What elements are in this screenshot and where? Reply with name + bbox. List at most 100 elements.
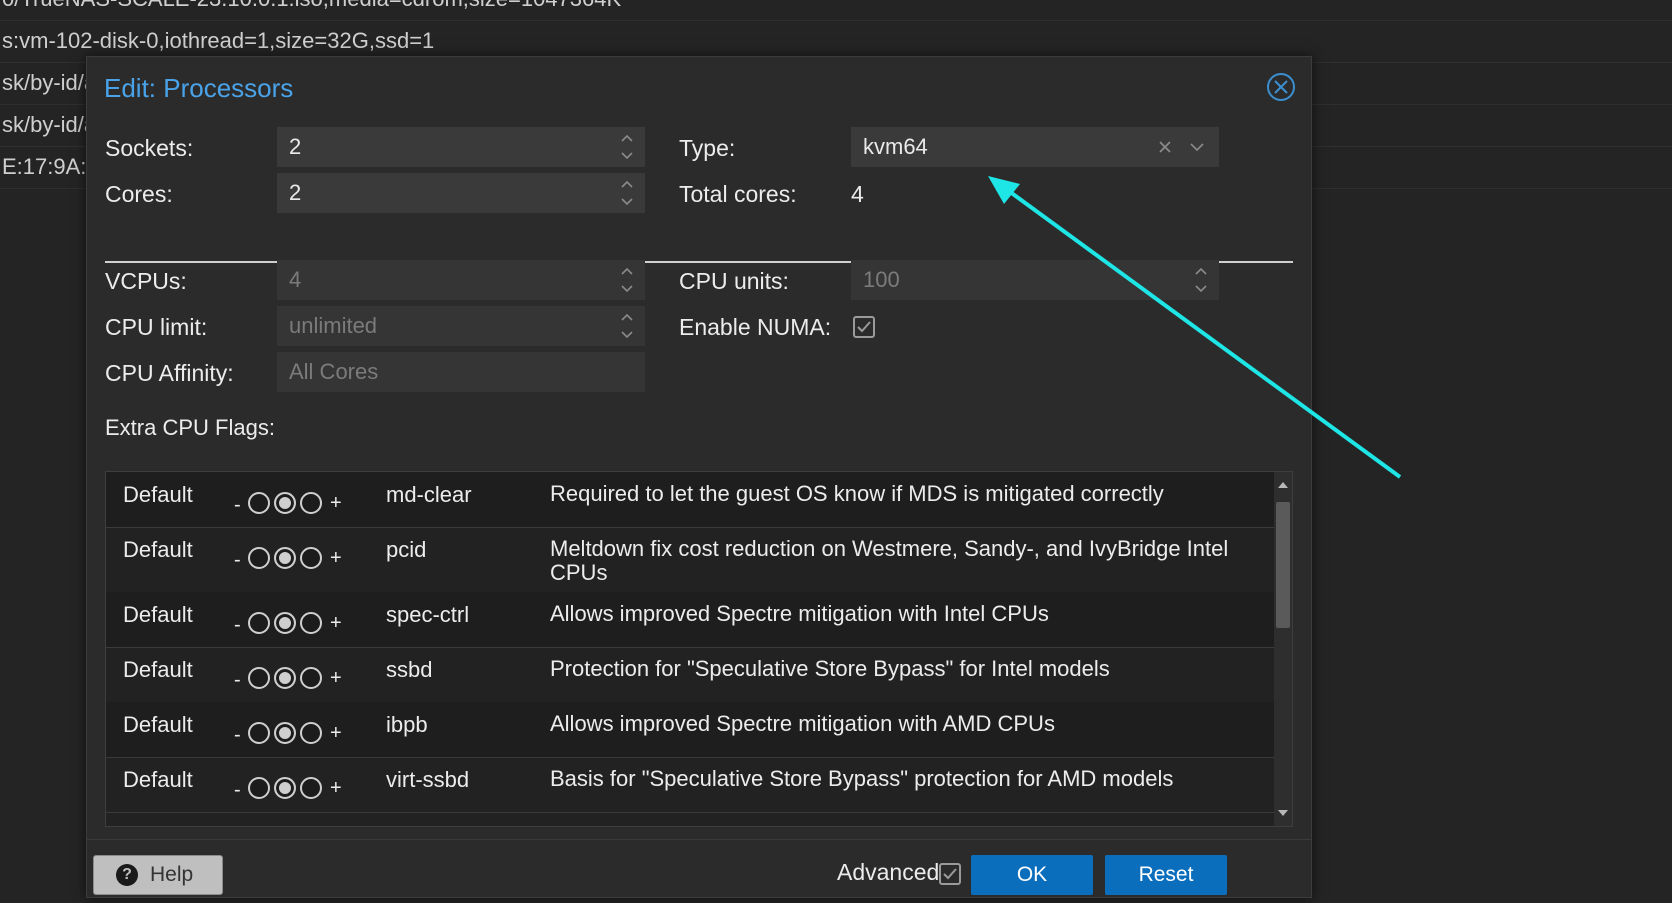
default-knob[interactable] [274, 722, 296, 744]
flag-name: ssbd [386, 657, 433, 682]
plus-label: + [330, 612, 342, 634]
cores-label: Cores: [105, 181, 173, 207]
flag-state: Default [123, 537, 193, 562]
background-row-text: sk/by-id/a [2, 70, 97, 95]
cores-value: 2 [289, 180, 302, 205]
flag-name: virt-ssbd [386, 767, 470, 792]
minus-label: - [234, 724, 241, 746]
plus-label: + [330, 777, 342, 799]
minus-label: - [234, 669, 241, 691]
dialog-title: Edit: Processors [104, 73, 294, 103]
spinner-icon[interactable] [619, 177, 635, 209]
off-knob[interactable] [248, 547, 270, 569]
vcpus-label: VCPUs: [105, 268, 187, 294]
flag-description: Meltdown fix cost reduction on Westmere,… [550, 536, 1229, 585]
sockets-value: 2 [289, 134, 302, 159]
footer-separator [87, 839, 1311, 840]
edit-processors-dialog: Edit: Processors Sockets: 2 Type: kvm64 … [86, 56, 1312, 898]
enable-numa-label: Enable NUMA: [679, 314, 832, 340]
advanced-checkbox[interactable] [939, 863, 961, 885]
ok-button[interactable]: OK [971, 855, 1093, 895]
on-knob[interactable] [300, 777, 322, 799]
cpu-affinity-input[interactable]: All Cores [277, 352, 645, 392]
background-row: 0/TrueNAS-SCALE-23.10.0.1.iso,media=cdro… [0, 0, 1672, 21]
cpu-limit-value: unlimited [289, 313, 378, 338]
default-knob[interactable] [274, 667, 296, 689]
enable-numa-checkbox[interactable] [853, 316, 875, 338]
table-row: Default - + spec-ctrl Allows improved Sp… [106, 592, 1276, 648]
spinner-icon[interactable] [619, 310, 635, 342]
default-knob[interactable] [274, 612, 296, 634]
flag-name: spec-ctrl [386, 602, 470, 627]
type-value: kvm64 [863, 134, 928, 159]
on-knob[interactable] [300, 612, 322, 634]
sockets-label: Sockets: [105, 135, 194, 161]
total-cores-label: Total cores: [679, 181, 797, 207]
tristate-switch[interactable]: - + [234, 659, 354, 693]
off-knob[interactable] [248, 667, 270, 689]
spinner-icon[interactable] [1193, 264, 1209, 296]
flag-state: Default [123, 712, 193, 737]
minus-label: - [234, 549, 241, 571]
clear-icon[interactable] [1157, 139, 1173, 155]
flag-description: Allows improved Spectre mitigation with … [550, 711, 1055, 736]
type-select[interactable]: kvm64 [851, 127, 1219, 167]
default-knob[interactable] [274, 777, 296, 799]
flag-description: Allows improved Spectre mitigation with … [550, 601, 1049, 626]
off-knob[interactable] [248, 612, 270, 634]
on-knob[interactable] [300, 547, 322, 569]
close-button[interactable] [1267, 73, 1295, 101]
off-knob[interactable] [248, 722, 270, 744]
scrollbar-thumb[interactable] [1276, 502, 1290, 628]
vertical-scrollbar[interactable] [1274, 472, 1292, 826]
background-row-text: s:vm-102-disk-0,iothread=1,size=32G,ssd=… [2, 28, 435, 53]
background-row-text: E:17:9A: [2, 154, 87, 179]
chevron-down-icon[interactable] [1189, 141, 1205, 153]
flag-name: pcid [386, 537, 427, 562]
flag-name: ibpb [386, 712, 428, 737]
background-row-text: sk/by-id/a [2, 112, 97, 137]
table-row: Default - + ibpb Allows improved Spectre… [106, 702, 1276, 758]
cpu-affinity-label: CPU Affinity: [105, 360, 234, 386]
minus-label: - [234, 779, 241, 801]
default-knob[interactable] [274, 492, 296, 514]
cpu-limit-input[interactable]: unlimited [277, 306, 645, 346]
tristate-switch[interactable]: - + [234, 604, 354, 638]
minus-label: - [234, 614, 241, 636]
sockets-input[interactable]: 2 [277, 127, 645, 167]
flag-state: Default [123, 482, 193, 507]
tristate-switch[interactable]: - + [234, 769, 354, 803]
vcpus-input[interactable]: 4 [277, 260, 645, 300]
cpu-affinity-value: All Cores [289, 359, 379, 384]
table-row: Default - + pcid Meltdown fix cost reduc… [106, 527, 1276, 593]
on-knob[interactable] [300, 667, 322, 689]
on-knob[interactable] [300, 722, 322, 744]
flag-state: Default [123, 602, 193, 627]
spinner-icon[interactable] [619, 131, 635, 163]
table-row: Default - + ssbd Protection for "Specula… [106, 647, 1276, 703]
tristate-switch[interactable]: - + [234, 539, 354, 573]
help-button[interactable]: ? Help [93, 855, 223, 895]
cpu-units-input[interactable]: 100 [851, 260, 1219, 300]
scroll-down-icon[interactable] [1277, 808, 1289, 818]
default-knob[interactable] [274, 547, 296, 569]
plus-label: + [330, 722, 342, 744]
cores-input[interactable]: 2 [277, 173, 645, 213]
reset-button[interactable]: Reset [1105, 855, 1227, 895]
scroll-up-icon[interactable] [1277, 480, 1289, 490]
spinner-icon[interactable] [619, 264, 635, 296]
checkmark-icon [857, 321, 871, 333]
vcpus-value: 4 [289, 267, 302, 292]
table-row: Default - + virt-ssbd Basis for "Specula… [106, 757, 1276, 813]
extra-cpu-flags-label: Extra CPU Flags: [105, 415, 275, 440]
off-knob[interactable] [248, 777, 270, 799]
tristate-switch[interactable]: - + [234, 484, 354, 518]
off-knob[interactable] [248, 492, 270, 514]
type-label: Type: [679, 135, 736, 161]
plus-label: + [330, 667, 342, 689]
on-knob[interactable] [300, 492, 322, 514]
flag-state: Default [123, 657, 193, 682]
cpu-limit-label: CPU limit: [105, 314, 208, 340]
tristate-switch[interactable]: - + [234, 714, 354, 748]
flag-name: md-clear [386, 482, 472, 507]
